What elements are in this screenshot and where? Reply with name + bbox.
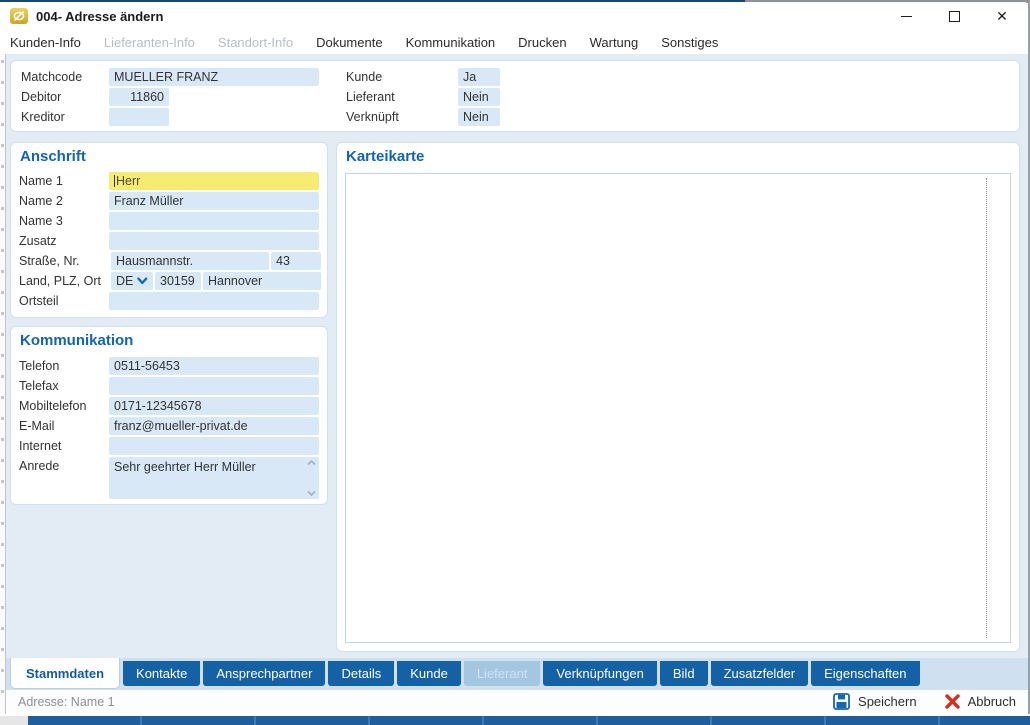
menu-drucken[interactable]: Drucken (518, 35, 566, 50)
karteikarte-card: Karteikarte (336, 142, 1020, 652)
background-window-sliver-left (0, 54, 6, 714)
telefon-label: Telefon (19, 359, 109, 373)
tab-kunde[interactable]: Kunde (397, 661, 461, 686)
mobiltelefon-field[interactable]: 0171-12345678 (109, 397, 319, 415)
land-combo[interactable]: DE (111, 272, 153, 290)
app-icon (10, 8, 28, 24)
ort-field[interactable]: Hannover (203, 272, 321, 290)
minimize-icon (901, 16, 912, 17)
kommunikation-card: Kommunikation Telefon 0511-56453 Telefax… (10, 326, 328, 505)
matchcode-field[interactable]: MUELLER FRANZ (109, 68, 319, 86)
tab-eigenschaften[interactable]: Eigenschaften (811, 661, 919, 686)
anrede-scrollbar[interactable] (305, 458, 318, 498)
lieferant-field[interactable]: Nein (458, 88, 500, 106)
karteikarte-title: Karteikarte (346, 148, 424, 165)
maximize-icon (949, 11, 960, 22)
kreditor-label: Kreditor (21, 110, 109, 124)
internet-field[interactable] (109, 437, 319, 455)
anrede-textarea[interactable]: Sehr geehrter Herr Müller (109, 457, 319, 499)
menu-kommunikation[interactable]: Kommunikation (406, 35, 496, 50)
tab-zusatzfelder[interactable]: Zusatzfelder (711, 661, 809, 686)
tab-kontakte[interactable]: Kontakte (123, 661, 200, 686)
menubar: Kunden-Info Lieferanten-Info Standort-In… (0, 30, 1026, 54)
minimize-button[interactable] (882, 2, 930, 30)
titlebar: 004- Adresse ändern ✕ (0, 2, 1026, 30)
maximize-button[interactable] (930, 2, 978, 30)
internet-label: Internet (19, 439, 109, 453)
verknuepft-field[interactable]: Nein (458, 108, 500, 126)
hausnummer-field[interactable]: 43 (271, 252, 321, 270)
email-field[interactable]: franz@mueller-privat.de (109, 417, 319, 435)
floppy-disk-icon (833, 693, 850, 710)
name2-label: Name 2 (19, 194, 109, 208)
cancel-label: Abbruch (968, 694, 1016, 709)
menu-wartung[interactable]: Wartung (590, 35, 639, 50)
zusatz-field[interactable] (109, 232, 319, 250)
scroll-up-icon[interactable] (307, 460, 316, 466)
menu-dokumente[interactable]: Dokumente (316, 35, 382, 50)
menu-sonstiges[interactable]: Sonstiges (661, 35, 718, 50)
telefon-field[interactable]: 0511-56453 (109, 357, 319, 375)
menu-kunden-info[interactable]: Kunden-Info (10, 35, 81, 50)
text-cursor (114, 175, 115, 187)
telefax-label: Telefax (19, 379, 109, 393)
kommunikation-title: Kommunikation (20, 332, 133, 349)
kunde-label: Kunde (346, 70, 458, 84)
header-card: Matchcode MUELLER FRANZ Debitor 11860 Kr… (10, 60, 1020, 132)
karteikarte-editor[interactable] (345, 173, 1011, 643)
matchcode-label: Matchcode (21, 70, 109, 84)
kunde-field[interactable]: Ja (458, 68, 500, 86)
tab-lieferant: Lieferant (464, 661, 541, 686)
tab-bild[interactable]: Bild (660, 661, 708, 686)
close-icon: ✕ (996, 9, 1008, 23)
tabstrip: Stammdaten Kontakte Ansprechpartner Deta… (6, 658, 1028, 689)
name3-field[interactable] (109, 212, 319, 230)
name2-field[interactable]: Franz Müller (109, 192, 319, 210)
telefax-field[interactable] (109, 377, 319, 395)
name1-label: Name 1 (19, 174, 109, 188)
lieferant-label: Lieferant (346, 90, 458, 104)
email-label: E-Mail (19, 419, 109, 433)
ortsteil-field[interactable] (109, 292, 319, 310)
menu-lieferanten-info: Lieferanten-Info (104, 35, 195, 50)
tab-verknuepfungen[interactable]: Verknüpfungen (543, 661, 656, 686)
cancel-button[interactable]: Abbruch (945, 694, 1016, 709)
verknuepft-label: Verknüpft (346, 110, 458, 124)
anschrift-card: Anschrift Name 1 Herr Name 2 Franz Mülle… (10, 142, 328, 318)
save-label: Speichern (858, 694, 917, 709)
kreditor-field[interactable] (109, 108, 169, 126)
strasse-field[interactable]: Hausmannstr. (111, 252, 269, 270)
ortsteil-label: Ortsteil (19, 294, 109, 308)
name3-label: Name 3 (19, 214, 109, 228)
zusatz-label: Zusatz (19, 234, 109, 248)
name1-field[interactable]: Herr (109, 172, 319, 190)
menu-standort-info: Standort-Info (218, 35, 293, 50)
close-button[interactable]: ✕ (978, 2, 1026, 30)
anschrift-title: Anschrift (20, 148, 86, 165)
tab-details[interactable]: Details (328, 661, 394, 686)
save-button[interactable]: Speichern (833, 693, 917, 710)
statusbar-text: Adresse: Name 1 (18, 695, 115, 709)
window-title: 004- Adresse ändern (36, 9, 163, 24)
scroll-down-icon[interactable] (307, 490, 316, 496)
debitor-field[interactable]: 11860 (109, 88, 169, 106)
red-x-icon (945, 694, 960, 709)
strasse-label: Straße, Nr. (19, 254, 109, 268)
tab-ansprechpartner[interactable]: Ansprechpartner (203, 661, 325, 686)
mobiltelefon-label: Mobiltelefon (19, 399, 109, 413)
debitor-label: Debitor (21, 90, 109, 104)
chevron-down-icon (137, 277, 148, 285)
taskbar-sliver[interactable] (0, 716, 1030, 725)
tab-stammdaten[interactable]: Stammdaten (10, 658, 120, 689)
anrede-label: Anrede (19, 457, 109, 473)
land-plz-ort-label: Land, PLZ, Ort (19, 274, 109, 288)
plz-field[interactable]: 30159 (155, 272, 201, 290)
karteikarte-margin-line (986, 178, 987, 638)
statusbar: Adresse: Name 1 Speichern Abbruch (6, 689, 1028, 713)
